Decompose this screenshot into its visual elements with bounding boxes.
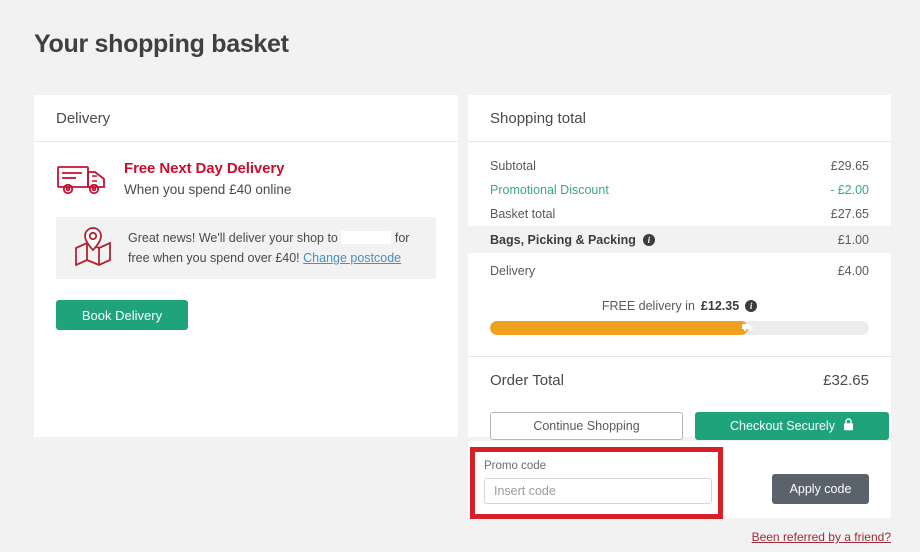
free-delivery-progress: FREE delivery in £12.35 i — [468, 299, 891, 335]
promo-code-label: Promo code — [484, 460, 547, 472]
book-delivery-button[interactable]: Book Delivery — [56, 300, 188, 330]
redacted-postcode — [341, 231, 392, 244]
row-label: Promotional Discount — [490, 183, 609, 197]
checkout-securely-button[interactable]: Checkout Securely — [695, 412, 889, 440]
table-row: Delivery £4.00 — [468, 259, 891, 283]
delivery-van-icon — [741, 321, 754, 335]
row-label: Basket total — [490, 207, 556, 221]
row-value: £4.00 — [837, 264, 869, 278]
row-label: Delivery — [490, 264, 536, 278]
promo-subtext: When you spend £40 online — [124, 182, 292, 197]
promo-code-field-group: Promo code — [484, 460, 712, 504]
row-value: £27.65 — [830, 207, 869, 221]
continue-shopping-button[interactable]: Continue Shopping — [490, 412, 683, 440]
basket-page: Your shopping basket Delivery Free Next … — [0, 0, 920, 552]
row-value: £29.65 — [830, 159, 869, 173]
shopping-total-card: Shopping total Subtotal £29.65 Promotion… — [468, 95, 891, 440]
progress-caption: FREE delivery in £12.35 i — [490, 299, 869, 313]
padlock-icon — [843, 418, 854, 434]
postcode-notice-text: Great news! We'll deliver your shop to f… — [128, 228, 420, 268]
info-icon[interactable]: i — [745, 300, 758, 312]
apply-code-button[interactable]: Apply code — [772, 474, 869, 504]
order-total-label: Order Total — [490, 371, 564, 389]
promo-code-card: Promo code Apply code — [468, 441, 891, 518]
promo-text-block: Free Next Day Delivery When you spend £4… — [124, 160, 291, 197]
progress-caption-prefix: FREE delivery in — [601, 299, 695, 313]
order-total-row: Order Total £32.65 — [468, 357, 891, 403]
progress-bar-fill — [490, 321, 748, 335]
promo-heading: Free Next Day Delivery — [124, 160, 285, 177]
table-row: Subtotal £29.65 — [468, 154, 891, 178]
shopping-total-header: Shopping total — [468, 95, 891, 142]
change-postcode-link[interactable]: Change postcode — [303, 251, 401, 265]
progress-bar-track — [490, 321, 869, 335]
table-row: Basket total £27.65 — [468, 202, 891, 226]
table-row: Promotional Discount - £2.00 — [468, 178, 891, 202]
delivery-card: Delivery Free Next Day Delivery When you… — [34, 95, 458, 437]
checkout-button-row: Continue Shopping Checkout Securely — [468, 412, 891, 440]
checkout-button-label: Checkout Securely — [730, 419, 835, 433]
delivery-card-header: Delivery — [34, 95, 458, 142]
row-label: Subtotal — [490, 159, 536, 173]
page-title: Your shopping basket — [34, 30, 289, 58]
totals-list: Subtotal £29.65 Promotional Discount - £… — [468, 154, 891, 440]
referral-link[interactable]: Been referred by a friend? — [752, 530, 891, 544]
table-row-bags-picking-packing: Bags, Picking & Packing i £1.00 — [468, 226, 891, 253]
map-pin-icon — [72, 226, 114, 271]
notice-text-part1: Great news! We'll deliver your shop to — [128, 231, 338, 245]
order-total-value: £32.65 — [823, 371, 869, 389]
row-label: Bags, Picking & Packing — [490, 232, 636, 247]
progress-caption-amount: £12.35 — [700, 299, 740, 313]
info-icon[interactable]: i — [642, 233, 655, 246]
postcode-notice: Great news! We'll deliver your shop to f… — [56, 217, 436, 279]
promo-code-input[interactable] — [484, 478, 712, 504]
delivery-card-body: Free Next Day Delivery When you spend £4… — [34, 142, 458, 330]
row-value: £1.00 — [837, 232, 869, 247]
promo-code-row: Promo code Apply code — [468, 441, 891, 518]
free-delivery-promo: Free Next Day Delivery When you spend £4… — [56, 160, 436, 201]
row-value: - £2.00 — [830, 183, 869, 197]
delivery-truck-icon — [56, 162, 110, 201]
row-label-wrap: Bags, Picking & Packing i — [490, 233, 655, 247]
